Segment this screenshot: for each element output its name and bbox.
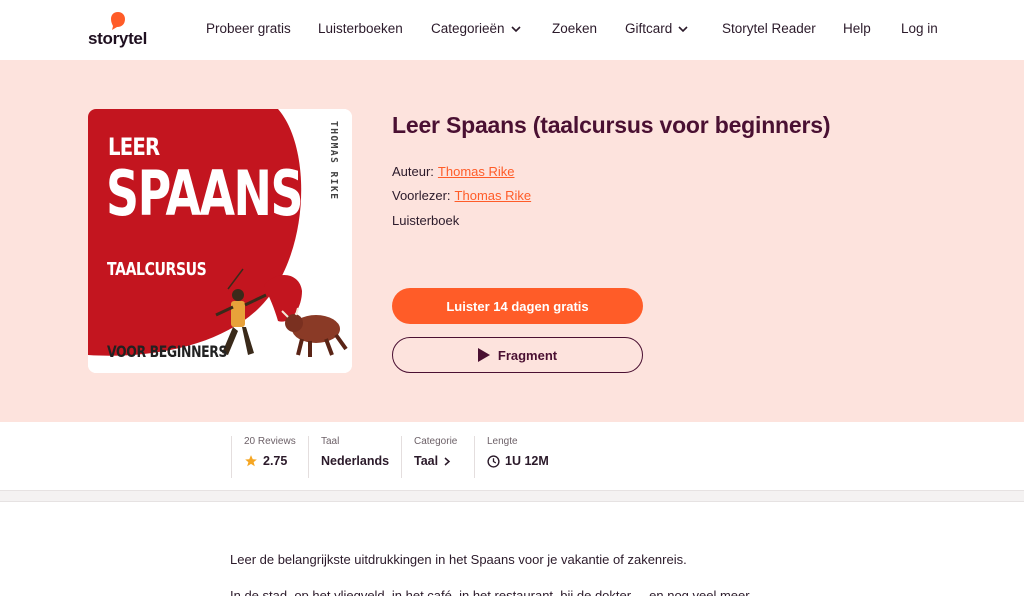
play-icon [477,348,490,362]
rating-value: 2.75 [263,454,288,468]
author-line: Auteur: Thomas Rike [392,164,515,179]
format-label: Luisterboek [392,213,460,228]
language-info: Taal Nederlands [308,436,389,478]
top-navigation-bar: storytel Probeer gratis Luisterboeken Ca… [0,0,1024,60]
book-hero-section: LEER SPAANS TAALCURSUS VOOR BEGINNERS TH… [0,60,1024,422]
cover-subtitle-taalcursus: TAALCURSUS [107,259,207,280]
category-label: Categorie [414,436,458,447]
book-info-strip: 20 Reviews 2.75 Taal Nederlands Categori… [0,422,1024,490]
category-value: Taal [414,454,439,468]
reviews-count: 20 Reviews [244,436,296,447]
book-title: Leer Spaans (taalcursus voor beginners) [392,112,831,138]
cover-author-vertical: THOMAS RIKE [328,121,339,201]
description-line-1: Leer de belangrijkste uitdrukkingen in h… [230,552,687,567]
nav-label: Storytel Reader [722,21,816,36]
nav-giftcard[interactable]: Giftcard [625,21,688,36]
cover-title-spaans: SPAANS [106,157,304,230]
chevron-right-icon [444,456,451,466]
length-info: Lengte 1U 12M [474,436,549,478]
nav-storytel-reader[interactable]: Storytel Reader [722,21,816,36]
star-icon [245,455,257,467]
clock-icon [487,454,500,468]
nav-label: Probeer gratis [206,21,291,36]
description-line-2: In de stad, op het vliegveld, in het caf… [230,588,753,596]
length-value-row: 1U 12M [487,454,549,468]
nav-label: Luisterboeken [318,21,403,36]
category-info[interactable]: Categorie Taal [401,436,457,478]
nav-label: Log in [901,21,938,36]
nav-log-in[interactable]: Log in [901,21,938,36]
listen-free-trial-label: Luister 14 dagen gratis [446,298,589,314]
nav-label: Giftcard [625,21,673,36]
logo-speech-bubble-icon [111,12,125,30]
nav-label: Categorieën [431,21,505,36]
narrator-line: Voorlezer: Thomas Rike [392,188,531,203]
length-label: Lengte [487,436,518,447]
author-label: Auteur: [392,164,434,179]
nav-label: Zoeken [552,21,598,36]
logo-wordmark: storytel [88,29,148,48]
play-sample-button[interactable]: Fragment [392,337,643,373]
category-value-row[interactable]: Taal [414,454,457,468]
nav-luisterboeken[interactable]: Luisterboeken [318,21,403,36]
language-value: Nederlands [321,454,390,468]
language-label: Taal [321,436,340,447]
play-sample-label: Fragment [497,347,558,363]
nav-label: Help [843,21,871,36]
nav-zoeken[interactable]: Zoeken [552,21,597,36]
nav-probeer-gratis[interactable]: Probeer gratis [206,21,291,36]
length-value: 1U 12M [505,454,549,468]
listen-free-trial-button[interactable]: Luister 14 dagen gratis [392,288,643,324]
rating-value-row: 2.75 [244,454,296,468]
narrator-label: Voorlezer: [392,188,451,203]
narrator-link[interactable]: Thomas Rike [455,188,532,203]
chevron-down-icon [510,25,521,32]
chevron-down-icon [678,25,688,32]
cover-subtitle-voor-beginners: VOOR BEGINNERS [107,342,228,361]
nav-categorieen[interactable]: Categorieën [431,21,521,36]
author-link[interactable]: Thomas Rike [438,164,515,179]
reviews-info[interactable]: 20 Reviews 2.75 [231,436,296,478]
storytel-logo[interactable]: storytel [88,12,152,48]
nav-help[interactable]: Help [843,21,871,36]
book-cover: LEER SPAANS TAALCURSUS VOOR BEGINNERS TH… [88,109,352,373]
section-divider [0,490,1024,502]
